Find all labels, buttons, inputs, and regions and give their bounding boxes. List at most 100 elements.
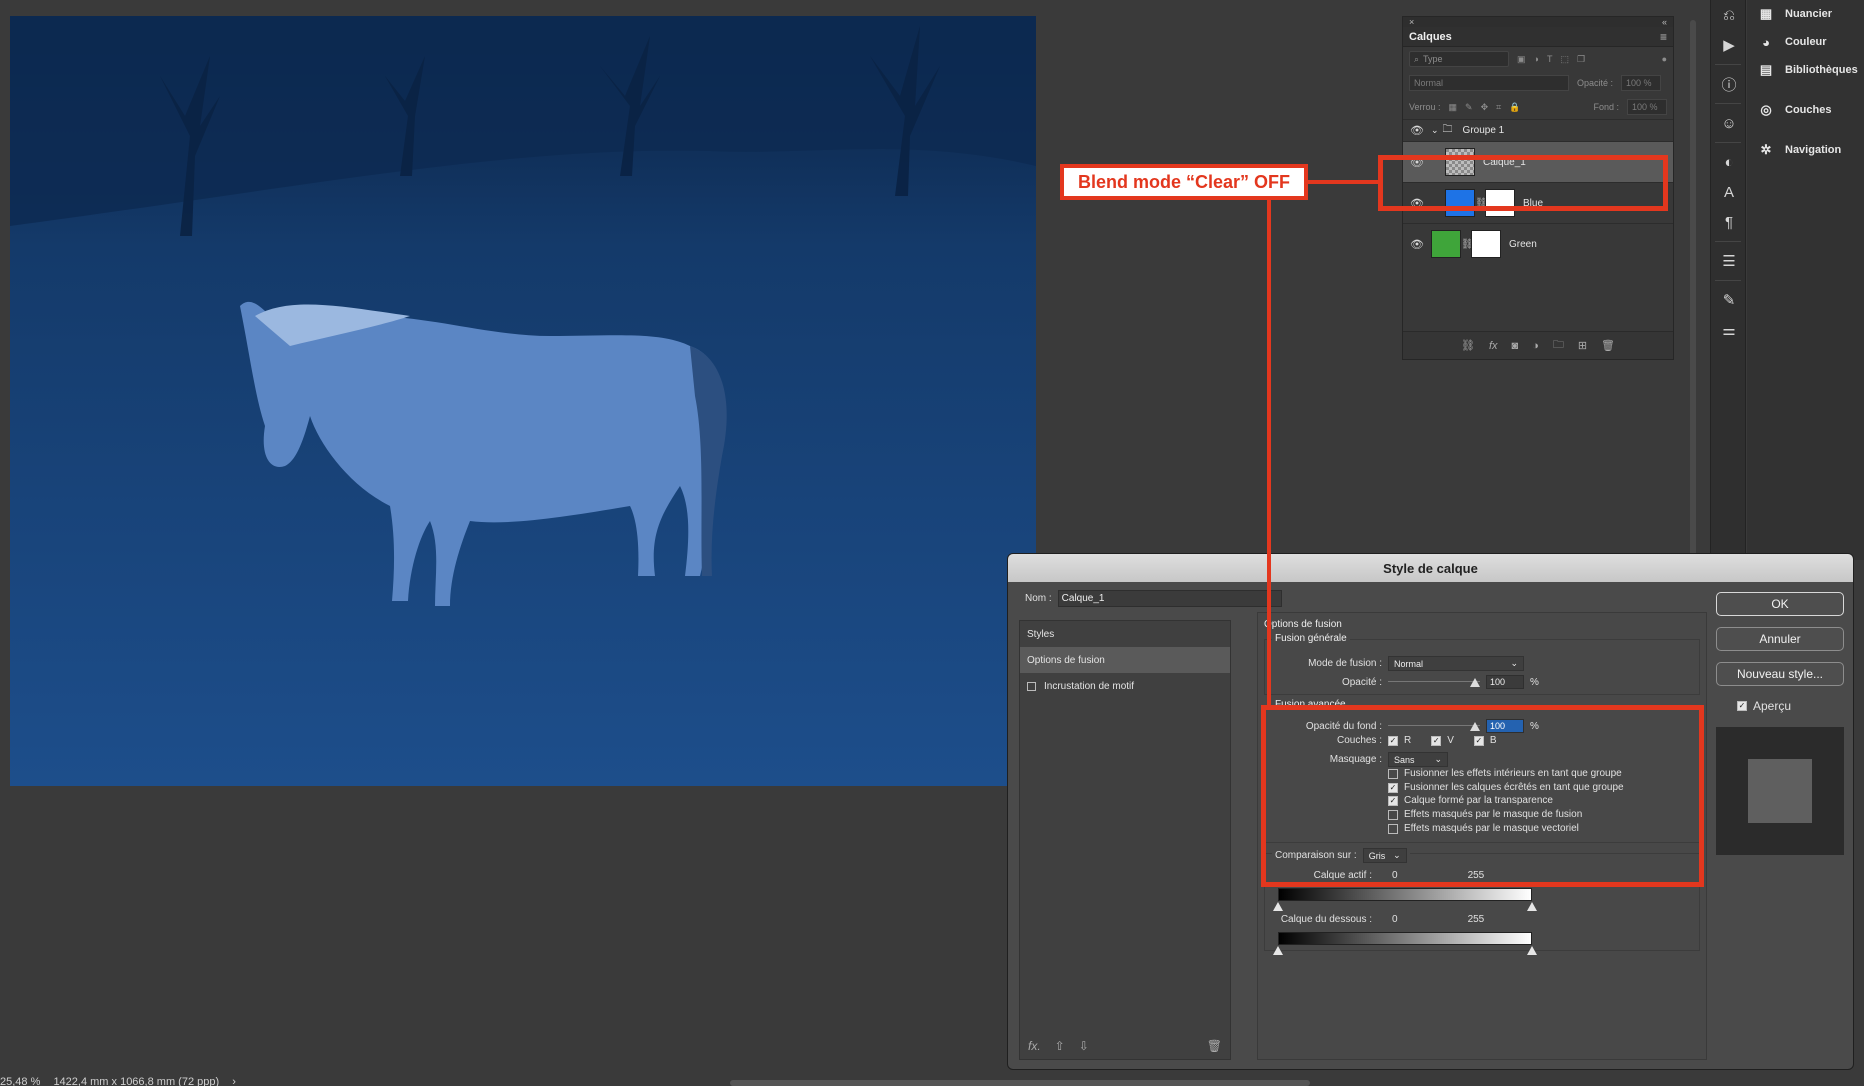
styles-list: Styles Options de fusion Incrustation de… [1019,620,1231,1060]
swatches-icon: ▦ [1759,6,1773,21]
filter-smart-object-icon[interactable]: ❐ [1577,54,1585,65]
history-icon[interactable]: ⎌ [1711,0,1747,30]
fill-label: Fond : [1593,102,1619,112]
collapse-icon[interactable]: « [1662,17,1667,27]
style-item-label: Incrustation de motif [1044,680,1135,692]
underlying-white-slider[interactable] [1527,946,1537,955]
dock-item-label: Couleur [1785,36,1827,48]
blend-row: Normal Opacité : 100 % [1403,71,1673,95]
slider-knob[interactable] [1470,678,1480,687]
brush-settings-icon[interactable]: ⚌ [1711,315,1747,345]
mask-icon[interactable]: ◙ [1512,340,1519,352]
navigator-icon: ✲ [1760,142,1772,157]
this-layer-white-slider[interactable] [1527,902,1537,911]
opacity-value: 100 % [1626,78,1652,88]
layer-filter-select[interactable]: ⌕ Type [1409,51,1509,67]
opacity-row: Opacité : 100 % [1284,675,1539,689]
annotation-box-advanced [1261,705,1704,887]
dock-item-couches[interactable]: ◎ Couches [1747,96,1864,124]
layer-opacity-field[interactable]: 100 % [1621,75,1662,91]
chevron-down-icon[interactable]: ⌄ [1431,125,1439,136]
move-down-icon[interactable]: ⇩ [1079,1039,1089,1053]
underlying-black-slider[interactable] [1273,946,1283,955]
dock-gap [1747,84,1864,96]
new-layer-icon[interactable]: ⊞ [1578,339,1587,352]
this-layer-gradient[interactable] [1278,888,1532,901]
pattern-overlay-checkbox[interactable] [1027,681,1036,691]
lock-transparency-icon[interactable]: ▦ [1449,102,1458,113]
paragraph-icon[interactable]: ¶ [1711,207,1747,237]
cancel-button[interactable]: Annuler [1716,627,1844,651]
lock-row: Verrou : ▦ ✎ ✥ ⌗ 🔒 Fond : 100 % [1403,95,1673,119]
preview-row: ✓ Aperçu [1737,699,1791,713]
zoom-level[interactable]: 25,48 % [0,1076,40,1086]
opacity-slider[interactable] [1388,677,1480,687]
filter-shape-icon[interactable]: ⬚ [1560,54,1569,65]
dock-item-navigation[interactable]: ✲ Navigation [1747,136,1864,164]
preview-checkbox[interactable]: ✓ [1737,701,1747,711]
dock-item-bibliotheques[interactable]: ▤ Bibliothèques [1747,56,1864,84]
filter-adjustment-icon[interactable]: ◑ [1534,54,1539,64]
new-style-button[interactable]: Nouveau style... [1716,662,1844,686]
blend-mode-label: Mode de fusion : [1308,658,1382,669]
opacity-input[interactable]: 100 [1486,675,1524,689]
canvas-image[interactable] [10,16,1036,786]
underlying-layer-gradient[interactable] [1278,932,1532,945]
annotation-box-layer [1378,155,1668,211]
trash-icon[interactable]: 🗑 [1601,339,1615,352]
blend-mode-select[interactable]: Normal ⌄ [1388,656,1524,671]
character-icon[interactable]: A [1711,177,1747,207]
status-arrow[interactable]: › [232,1076,236,1086]
lock-pixels-icon[interactable]: ✎ [1465,102,1473,113]
lock-artboard-icon[interactable]: ⌗ [1496,102,1501,113]
vertical-scrollbar[interactable] [1690,20,1696,560]
person-icon[interactable]: ☺ [1711,108,1747,138]
visibility-eye-icon[interactable]: 👁 [1403,124,1431,137]
info-icon[interactable]: ⓘ [1711,69,1747,99]
fx-icon[interactable]: fx [1489,340,1498,352]
underlying-layer-label: Calque du dessous : [1280,914,1372,925]
layer-name[interactable]: Green [1509,239,1537,250]
fx-icon[interactable]: fx. [1028,1039,1041,1053]
visibility-eye-icon[interactable]: 👁 [1403,238,1431,251]
brush-icon[interactable]: ✎ [1711,285,1747,315]
general-blending-title: Fusion générale [1272,633,1350,644]
lock-all-icon[interactable]: 🔒 [1509,102,1520,113]
layer-name-input[interactable]: Calque_1 [1057,590,1282,607]
panel-titlebar: × « [1403,17,1673,27]
filter-pixel-icon[interactable]: ▣ [1517,54,1526,65]
folder-icon[interactable]: 🗀 [1553,336,1564,355]
play-icon[interactable]: ▶ [1711,30,1747,60]
style-item-pattern-overlay[interactable]: Incrustation de motif [1020,673,1230,699]
filter-type-icon[interactable]: T [1547,54,1553,64]
dock-item-nuancier[interactable]: ▦ Nuancier [1747,0,1864,28]
horizontal-scrollbar[interactable] [730,1080,1310,1086]
link-icon[interactable]: ⛓ [1461,339,1475,352]
properties-icon[interactable]: ☰ [1711,246,1747,276]
filter-placeholder: Type [1423,54,1443,64]
layer-blend-mode-select[interactable]: Normal [1409,75,1569,91]
dock-item-label: Couches [1785,104,1832,116]
move-up-icon[interactable]: ⇧ [1055,1039,1065,1053]
adjustments-icon[interactable]: ◐ [1711,147,1747,177]
close-icon[interactable]: × [1409,17,1414,27]
layer-row-green[interactable]: 👁 ⛓ Green [1403,223,1673,264]
channels-icon: ◎ [1760,102,1772,117]
tab-calques[interactable]: Calques [1409,31,1452,43]
layer-fill-field[interactable]: 100 % [1627,99,1667,115]
layer-mask-thumbnail[interactable] [1471,230,1501,258]
ok-button[interactable]: OK [1716,592,1844,616]
style-item-blending-options[interactable]: Options de fusion [1020,647,1230,673]
adjustment-icon[interactable]: ◑ [1532,340,1539,352]
styles-header[interactable]: Styles [1020,621,1230,647]
link-icon[interactable]: ⛓ [1461,239,1474,250]
lock-position-icon[interactable]: ✥ [1481,102,1489,113]
dock-item-couleur[interactable]: ◕ Couleur [1747,28,1864,56]
annotation-connector-horizontal [1306,180,1380,184]
styles-footer: fx. ⇧ ⇩ 🗑 [1028,1039,1222,1053]
trash-icon[interactable]: 🗑 [1207,1039,1222,1053]
this-layer-black-slider[interactable] [1273,902,1283,911]
layer-group-row[interactable]: 👁 ⌄ 🗀 Groupe 1 [1403,119,1673,141]
panel-menu-icon[interactable]: ≡ [1660,30,1667,44]
filter-toggle-icon[interactable]: ● [1662,54,1667,64]
